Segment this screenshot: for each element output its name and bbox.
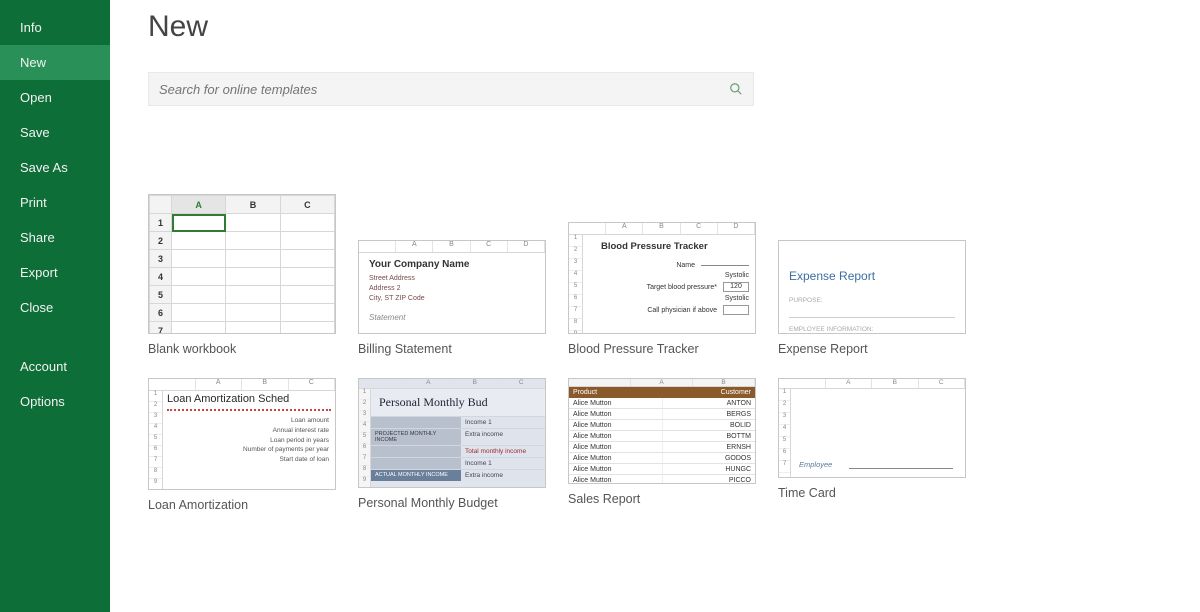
template-label: Time Card	[778, 486, 966, 500]
sidebar-item-close[interactable]: Close	[0, 290, 110, 325]
template-label: Blood Pressure Tracker	[568, 342, 756, 356]
template-grid: ABC 1 2 3 4 5 6 7 Blank workbook ABCD Yo…	[148, 194, 1162, 512]
template-label: Loan Amortization	[148, 498, 336, 512]
sidebar-item-save[interactable]: Save	[0, 115, 110, 150]
template-label: Sales Report	[568, 492, 756, 506]
sidebar-item-open[interactable]: Open	[0, 80, 110, 115]
main-content: New ABC 1 2 3 4 5 6 7 Blank workbook	[110, 0, 1200, 612]
sidebar-item-new[interactable]: New	[0, 45, 110, 80]
sidebar-item-export[interactable]: Export	[0, 255, 110, 290]
sidebar-item-print[interactable]: Print	[0, 185, 110, 220]
template-time-card[interactable]: ABC 1234567 Employee Time Card	[778, 378, 966, 512]
template-thumb: ABC 123456789 Loan Amortization Sched Lo…	[148, 378, 336, 490]
template-thumb: ABCD Your Company Name Street Address Ad…	[358, 240, 546, 334]
template-sales-report[interactable]: AB ProductCustomer Alice MuttonANTON Ali…	[568, 378, 756, 512]
template-thumb: ABC 1234567 Employee	[778, 378, 966, 478]
template-thumb: ABCD 1234567891011 Blood Pressure Tracke…	[568, 222, 756, 334]
sidebar-item-options[interactable]: Options	[0, 384, 110, 419]
template-thumb: Expense Report PURPOSE: EMPLOYEE INFORMA…	[778, 240, 966, 334]
page-title: New	[148, 10, 1162, 44]
sidebar-item-share[interactable]: Share	[0, 220, 110, 255]
search-icon[interactable]	[729, 82, 743, 96]
template-loan-amortization[interactable]: ABC 123456789 Loan Amortization Sched Lo…	[148, 378, 336, 512]
template-personal-monthly-budget[interactable]: ABC 123456789 Personal Monthly Bud Incom…	[358, 378, 546, 512]
template-label: Blank workbook	[148, 342, 336, 356]
template-thumb: AB ProductCustomer Alice MuttonANTON Ali…	[568, 378, 756, 484]
template-thumb: ABC 123456789 Personal Monthly Bud Incom…	[358, 378, 546, 488]
template-billing-statement[interactable]: ABCD Your Company Name Street Address Ad…	[358, 240, 546, 356]
template-blood-pressure-tracker[interactable]: ABCD 1234567891011 Blood Pressure Tracke…	[568, 222, 756, 356]
sidebar-item-info[interactable]: Info	[0, 10, 110, 45]
template-blank-workbook[interactable]: ABC 1 2 3 4 5 6 7 Blank workbook	[148, 194, 336, 356]
template-search-input[interactable]	[159, 82, 729, 97]
template-thumb: ABC 1 2 3 4 5 6 7	[148, 194, 336, 334]
template-search[interactable]	[148, 72, 754, 106]
sidebar-item-save-as[interactable]: Save As	[0, 150, 110, 185]
sidebar-item-account[interactable]: Account	[0, 349, 110, 384]
template-label: Personal Monthly Budget	[358, 496, 546, 510]
backstage-sidebar: Info New Open Save Save As Print Share E…	[0, 0, 110, 612]
template-expense-report[interactable]: Expense Report PURPOSE: EMPLOYEE INFORMA…	[778, 240, 966, 356]
template-label: Expense Report	[778, 342, 966, 356]
template-label: Billing Statement	[358, 342, 546, 356]
